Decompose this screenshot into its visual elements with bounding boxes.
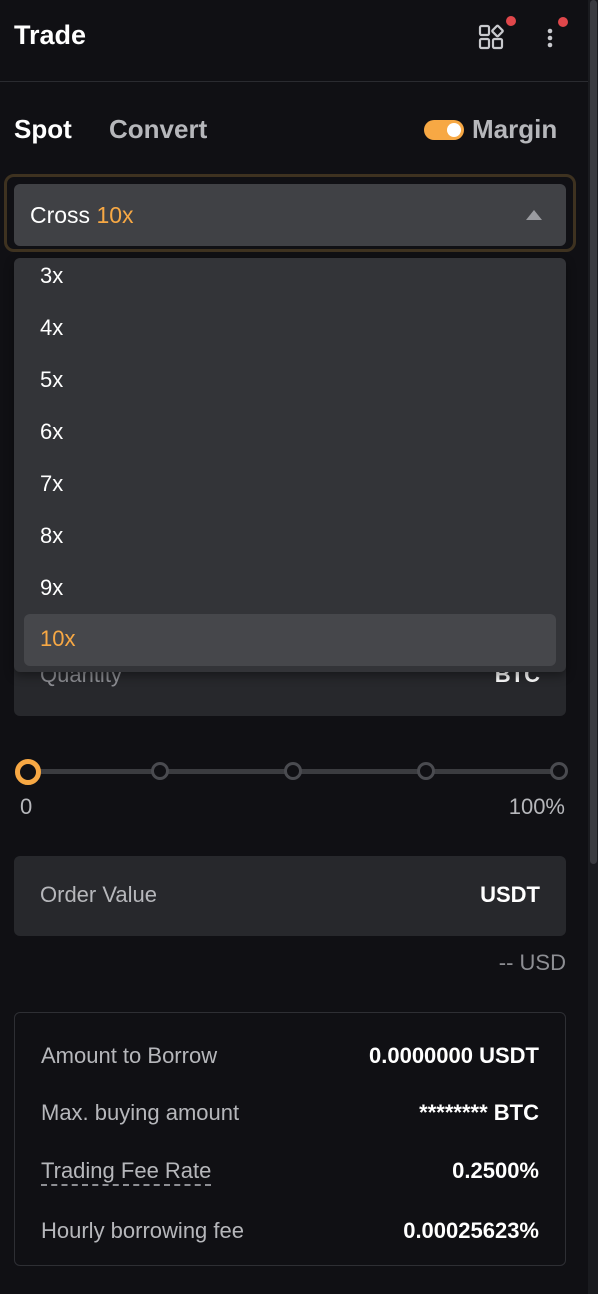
max-buy-label: Max. buying amount bbox=[41, 1100, 240, 1125]
leverage-option-4x[interactable]: 4x bbox=[24, 310, 556, 362]
slider-handle[interactable] bbox=[15, 759, 41, 785]
order-value-unit: USDT bbox=[480, 882, 540, 907]
order-value-input[interactable]: Order Value USDT bbox=[14, 856, 566, 936]
leverage-option-3x[interactable]: 3x bbox=[24, 258, 556, 310]
leverage-dropdown: 3x 4x 5x 6x 7x 8x 9x 10x bbox=[14, 258, 566, 672]
slider-step-75[interactable] bbox=[417, 762, 435, 780]
info-summary: Amount to Borrow 0.0000000 USDT Max. buy… bbox=[14, 1012, 566, 1266]
borrow-label: Amount to Borrow bbox=[41, 1043, 218, 1068]
scrollbar-thumb[interactable] bbox=[590, 0, 597, 864]
slider-max-label: 100% bbox=[508, 794, 565, 819]
fee-rate-value: 0.2500% bbox=[452, 1158, 539, 1183]
max-buy-value: ******** BTC bbox=[419, 1100, 539, 1125]
margin-label: Margin bbox=[472, 114, 558, 144]
leverage-option-7x[interactable]: 7x bbox=[24, 466, 556, 518]
fee-rate-label-wrap[interactable]: Trading Fee Rate bbox=[41, 1158, 212, 1186]
toggle-knob bbox=[447, 123, 461, 137]
slider-step-25[interactable] bbox=[151, 762, 169, 780]
leverage-select-label: Cross 10x bbox=[30, 202, 134, 229]
slider-step-50[interactable] bbox=[284, 762, 302, 780]
caret-up-icon bbox=[526, 210, 542, 220]
slider-min-label: 0 bbox=[20, 794, 33, 819]
leverage-option-5x[interactable]: 5x bbox=[24, 362, 556, 414]
notification-dot bbox=[558, 17, 568, 27]
leverage-option-6x[interactable]: 6x bbox=[24, 414, 556, 466]
tab-spot[interactable]: Spot bbox=[14, 114, 72, 145]
slider-step-100[interactable] bbox=[550, 762, 568, 780]
margin-toggle[interactable] bbox=[424, 120, 464, 140]
borrow-value: 0.0000000 USDT bbox=[369, 1043, 539, 1068]
order-value-label: Order Value bbox=[40, 882, 157, 907]
notification-dot bbox=[506, 16, 516, 26]
current-leverage: 10x bbox=[96, 202, 134, 228]
hourly-fee-value: 0.00025623% bbox=[403, 1218, 539, 1243]
trading-fee-rate-label[interactable]: Trading Fee Rate bbox=[41, 1158, 212, 1186]
leverage-select[interactable]: Cross 10x bbox=[14, 184, 566, 246]
margin-mode: Cross bbox=[30, 202, 91, 228]
apps-grid-icon[interactable] bbox=[478, 16, 516, 52]
more-vertical-icon[interactable] bbox=[540, 17, 568, 52]
tab-convert[interactable]: Convert bbox=[109, 114, 207, 145]
leverage-option-10x[interactable]: 10x bbox=[24, 614, 556, 666]
page-title: Trade bbox=[14, 20, 87, 50]
usd-estimate: -- USD bbox=[498, 950, 566, 975]
leverage-option-8x[interactable]: 8x bbox=[24, 518, 556, 570]
hourly-fee-label: Hourly borrowing fee bbox=[41, 1218, 244, 1243]
